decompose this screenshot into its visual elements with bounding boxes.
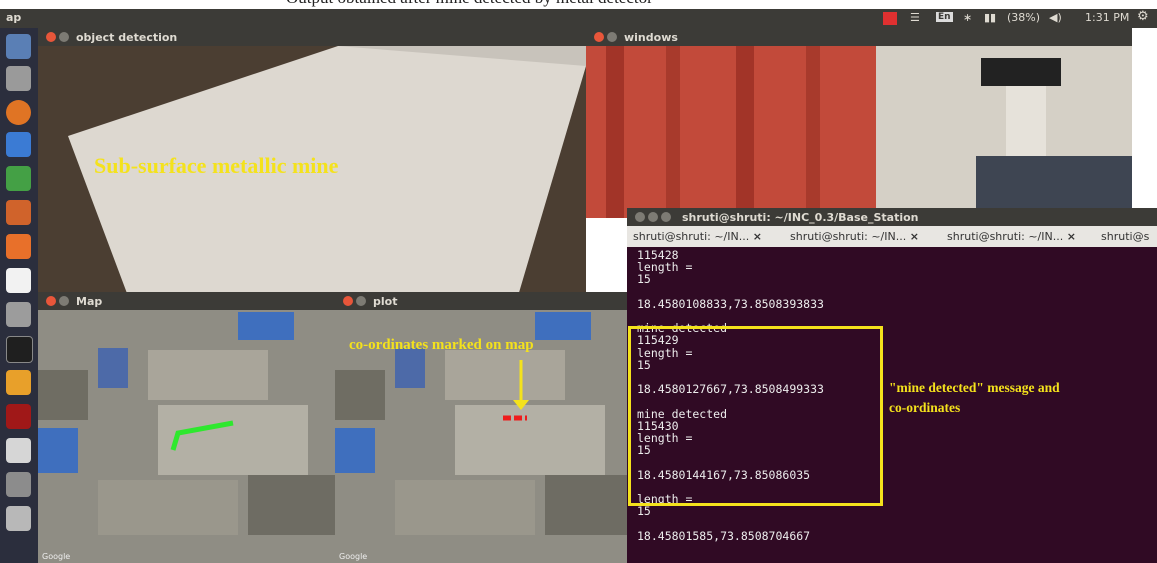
- help-icon[interactable]: [6, 472, 31, 497]
- close-icon[interactable]: [594, 32, 604, 42]
- battery-percent[interactable]: (38%): [1007, 11, 1040, 24]
- clock[interactable]: 1:31 PM: [1085, 11, 1129, 24]
- volume-icon[interactable]: ◀): [1049, 11, 1062, 24]
- writer-icon[interactable]: [6, 132, 31, 157]
- window-title: Map: [76, 295, 103, 308]
- map-window[interactable]: Map Google: [38, 292, 335, 563]
- calc-icon[interactable]: [6, 166, 31, 191]
- minimize-icon[interactable]: [59, 296, 69, 306]
- terminal-annotation: "mine detected" message and co-ordinates: [889, 378, 1060, 418]
- window-title: shruti@shruti: ~/INC_0.3/Base_Station: [682, 211, 919, 224]
- settings-gear-icon[interactable]: ⚙: [1137, 9, 1149, 24]
- firefox-icon[interactable]: [6, 100, 31, 125]
- satellite-map[interactable]: Google: [38, 310, 335, 563]
- app-icon-red[interactable]: [6, 404, 31, 429]
- map-attribution: Google: [339, 552, 368, 561]
- minimize-icon[interactable]: [59, 32, 69, 42]
- terminal-tab[interactable]: shruti@shruti: ~/IN... ×: [633, 230, 762, 243]
- tab-label: shruti@shruti: ~/IN...: [947, 230, 1064, 243]
- bluetooth-icon[interactable]: ∗: [963, 11, 972, 24]
- window-title: object detection: [76, 31, 178, 44]
- tab-close-icon[interactable]: ×: [910, 230, 919, 243]
- webcam-window[interactable]: windows: [586, 28, 1132, 218]
- workspace-switcher-icon[interactable]: [6, 506, 31, 531]
- close-icon[interactable]: [343, 296, 353, 306]
- tab-label: shruti@s: [1101, 230, 1150, 243]
- object-detection-label: Sub-surface metallic mine: [94, 153, 339, 178]
- close-icon[interactable]: [635, 212, 645, 222]
- window-title: windows: [624, 31, 678, 44]
- software-center-icon[interactable]: [6, 234, 31, 259]
- terminal-window[interactable]: shruti@shruti: ~/INC_0.3/Base_Station sh…: [627, 208, 1157, 563]
- files-icon[interactable]: [6, 66, 31, 91]
- maximize-icon[interactable]: [661, 212, 671, 222]
- minimize-icon[interactable]: [648, 212, 658, 222]
- tab-close-icon[interactable]: ×: [1067, 230, 1076, 243]
- map-attribution: Google: [42, 552, 71, 561]
- minimize-icon[interactable]: [356, 296, 366, 306]
- figure-caption: Output obtained after mine detected by m…: [0, 0, 1157, 9]
- launcher-sidebar: [0, 28, 38, 563]
- webcam-titlebar[interactable]: windows: [586, 28, 1132, 46]
- dash-icon[interactable]: [6, 34, 31, 59]
- map-titlebar[interactable]: Map: [38, 292, 335, 310]
- highlight-box: [628, 326, 883, 506]
- annotation-line: co-ordinates: [889, 400, 961, 415]
- object-detection-titlebar[interactable]: object detection: [38, 28, 586, 46]
- caption-text: Output obtained after mine detected by m…: [286, 0, 653, 8]
- close-icon[interactable]: [46, 32, 56, 42]
- plot-titlebar[interactable]: plot: [335, 292, 627, 310]
- tab-label: shruti@shruti: ~/IN...: [633, 230, 750, 243]
- terminal-tab[interactable]: shruti@s: [1101, 230, 1149, 243]
- system-settings-icon[interactable]: [6, 302, 31, 327]
- text-editor-icon[interactable]: [6, 438, 31, 463]
- annotation-line: "mine detected" message and: [889, 380, 1060, 395]
- room-scene-image: [586, 46, 1132, 218]
- amazon-icon[interactable]: [6, 268, 31, 293]
- terminal-tab[interactable]: shruti@shruti: ~/IN... ×: [790, 230, 919, 243]
- battery-icon[interactable]: ▮▮: [984, 11, 996, 24]
- close-icon[interactable]: [46, 296, 56, 306]
- app-icon[interactable]: [6, 370, 31, 395]
- terminal-tabbar: shruti@shruti: ~/IN... × shruti@shruti: …: [627, 226, 1157, 247]
- record-indicator-icon[interactable]: [883, 12, 897, 25]
- terminal-titlebar[interactable]: shruti@shruti: ~/INC_0.3/Base_Station: [627, 208, 1157, 226]
- minimize-icon[interactable]: [607, 32, 617, 42]
- window-title: plot: [373, 295, 398, 308]
- map-imagery: [38, 310, 335, 563]
- plot-window[interactable]: plot Google co-ordinates marked on map: [335, 292, 627, 563]
- active-app-name: ap: [6, 11, 22, 24]
- keyboard-layout-indicator[interactable]: En: [936, 12, 953, 22]
- terminal-icon[interactable]: [6, 336, 33, 363]
- tab-close-icon[interactable]: ×: [753, 230, 762, 243]
- tab-label: shruti@shruti: ~/IN...: [790, 230, 907, 243]
- top-panel: ap ☰ En ∗ ▮▮ (38%) ◀) 1:31 PM ⚙: [0, 9, 1157, 28]
- webcam-frame: [586, 46, 1132, 218]
- plot-annotation-label: co-ordinates marked on map: [349, 337, 534, 353]
- terminal-tab[interactable]: shruti@shruti: ~/IN... ×: [947, 230, 1076, 243]
- wifi-icon[interactable]: ☰: [910, 11, 920, 24]
- impress-icon[interactable]: [6, 200, 31, 225]
